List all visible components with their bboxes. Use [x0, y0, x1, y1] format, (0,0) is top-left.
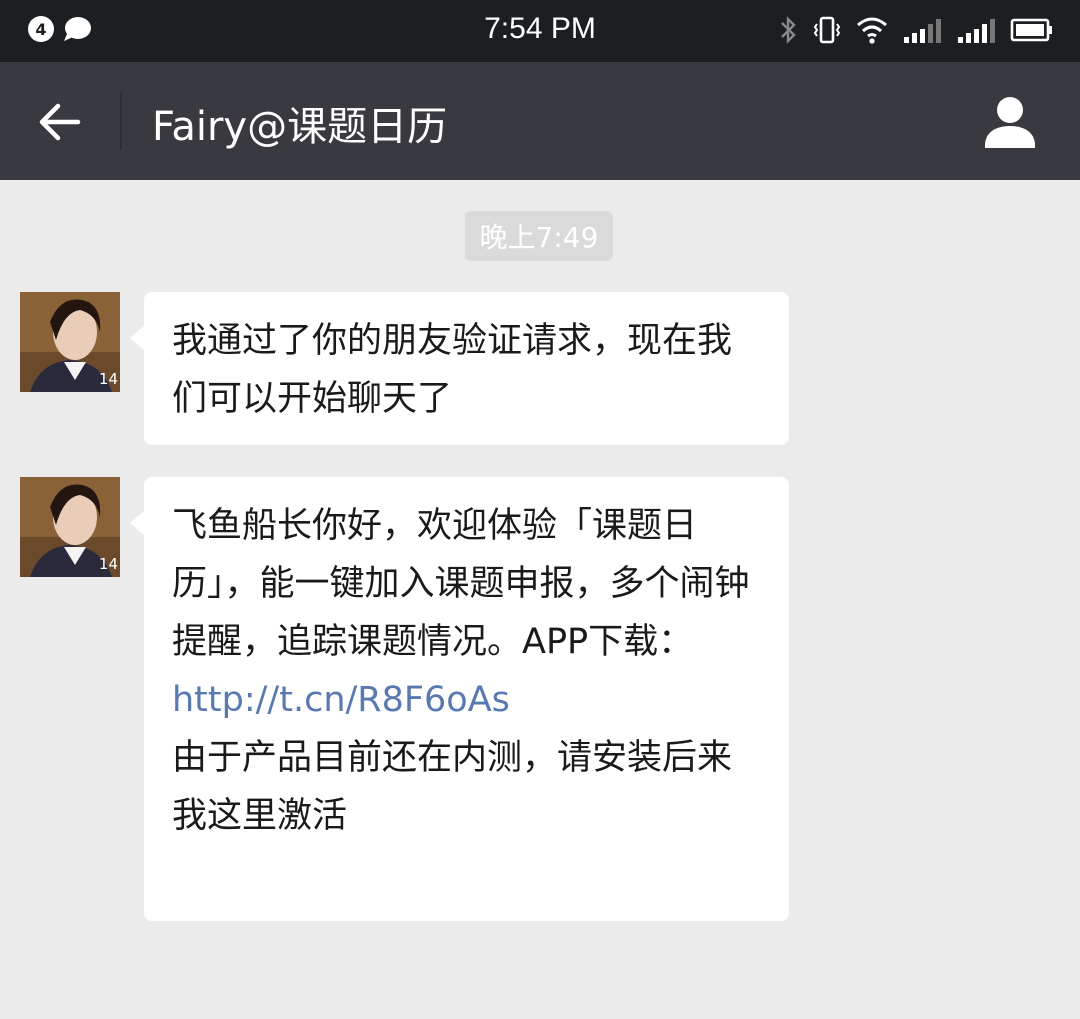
status-bar: 4 7:54 PM	[0, 0, 1080, 62]
avatar[interactable]: 14	[20, 477, 120, 577]
header-divider	[120, 92, 122, 150]
signal-2-icon	[958, 19, 995, 43]
bluetooth-icon	[781, 16, 796, 44]
message-text: 由于产品目前还在内测，请安装后来我这里激活	[172, 738, 733, 836]
wifi-icon	[857, 17, 887, 44]
message-bubble[interactable]: 我通过了你的朋友验证请求，现在我们可以开始聊天了	[130, 292, 789, 445]
chat-header: Fairy@课题日历	[0, 62, 1080, 180]
message-text: 飞鱼船长你好，欢迎体验「课题日历」，能一键加入课题申报，多个闹钟提醒，追踪课题情…	[172, 506, 750, 662]
avatar-badge: 14	[98, 555, 118, 573]
user-icon	[985, 97, 1035, 148]
download-link[interactable]: http://t.cn/R8F6oAs	[172, 680, 510, 720]
status-right	[778, 14, 1054, 46]
vibrate-icon	[813, 16, 841, 44]
back-button[interactable]	[30, 92, 90, 152]
message-bubble[interactable]: 飞鱼船长你好，欢迎体验「课题日历」，能一键加入课题申报，多个闹钟提醒，追踪课题情…	[130, 477, 789, 921]
battery-icon	[1010, 18, 1052, 42]
signal-icon	[904, 19, 941, 43]
message-text: 我通过了你的朋友验证请求，现在我们可以开始聊天了	[172, 321, 733, 419]
avatar-badge: 14	[98, 370, 118, 388]
contact-profile-button[interactable]	[982, 92, 1038, 152]
message-timestamp: 晚上7:49	[465, 211, 613, 261]
avatar[interactable]: 14	[20, 292, 120, 392]
chat-title: Fairy@课题日历	[152, 104, 448, 150]
arrow-left-icon	[39, 103, 81, 141]
